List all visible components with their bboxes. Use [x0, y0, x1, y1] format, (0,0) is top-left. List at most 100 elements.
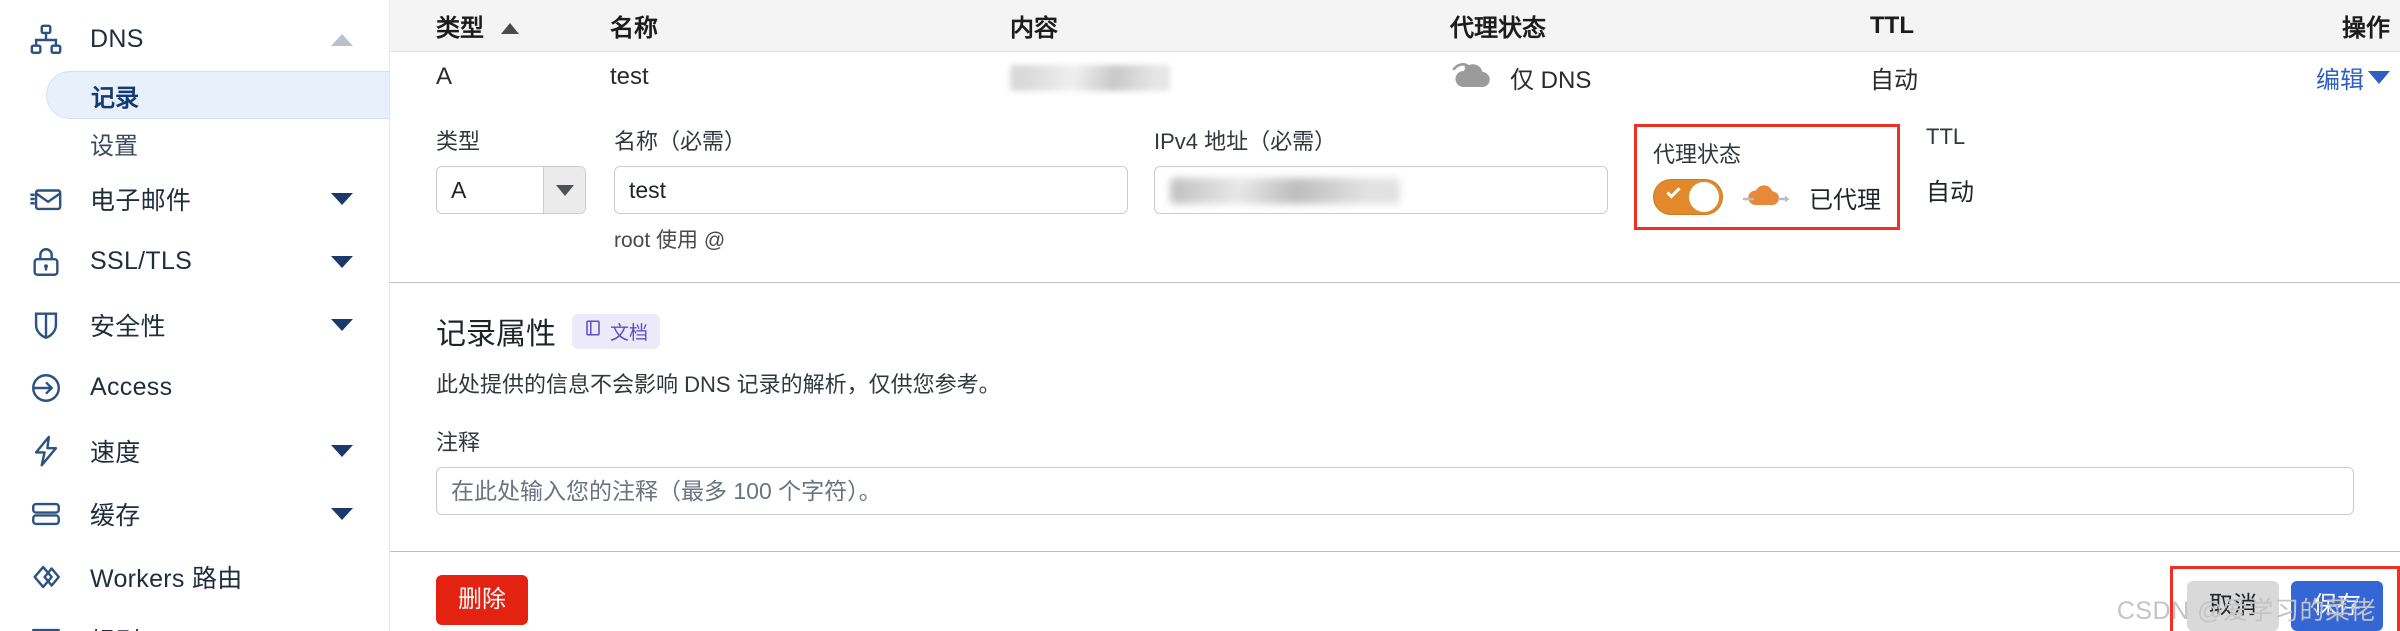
column-header-proxy-status[interactable]: 代理状态 [1450, 8, 1870, 43]
sidebar-item-security[interactable]: 安全性 [0, 293, 389, 356]
record-name-input[interactable] [614, 166, 1128, 214]
field-label: IPv4 地址（必需） [1154, 129, 1337, 154]
column-header-label: 类型 [436, 15, 484, 42]
sidebar-item-label: 缓存 [90, 501, 141, 530]
ttl-value: 自动 [1926, 179, 1974, 206]
dns-records-page: DNS 记录 设置 电子邮件 SSL/TLS 安全性 Access 速度 缓存 … [0, 0, 2400, 631]
form-actions-highlight: 取消 保存 [2170, 566, 2400, 631]
sidebar-item-label: SSL/TLS [90, 247, 193, 275]
sidebar-subitem-label: 设置 [90, 132, 138, 160]
chevron-down-icon[interactable] [331, 192, 353, 205]
toggle-knob [1689, 182, 1719, 212]
field-label: 类型 [436, 129, 481, 154]
cell-proxy-status: 仅 DNS [1450, 59, 1870, 96]
chevron-down-icon[interactable] [331, 444, 353, 457]
sidebar-item-workers-routes[interactable]: Workers 路由 [0, 545, 389, 608]
proxy-status-highlight: 代理状态 已代理 [1634, 124, 1900, 230]
chevron-down-icon[interactable] [543, 167, 585, 213]
field-proxy-status: 代理状态 已代理 [1634, 124, 1926, 230]
book-icon [584, 319, 602, 343]
cloud-orange-icon [1741, 181, 1791, 214]
sidebar-item-dns[interactable]: DNS [0, 8, 389, 71]
field-label: 代理状态 [1653, 142, 1742, 167]
chevron-down-icon[interactable] [331, 318, 353, 331]
section-title: 记录属性 [436, 318, 556, 351]
field-ttl: TTL 自动 [1926, 124, 2226, 207]
database-icon [26, 494, 66, 534]
sidebar-item-ssl-tls[interactable]: SSL/TLS [0, 230, 389, 293]
ipv4-address-input[interactable] [1154, 166, 1608, 214]
field-name: 名称（必需） root 使用 @ [614, 124, 1154, 254]
documentation-label: 文档 [610, 322, 649, 344]
chevron-down-icon[interactable] [331, 255, 353, 268]
record-type-value: A [451, 176, 467, 203]
main-content: 类型 名称 内容 代理状态 TTL 操作 A test 仅 DNS 自动 编辑 … [390, 0, 2400, 631]
sidebar-item-label: Access [90, 373, 173, 401]
sidebar: DNS 记录 设置 电子邮件 SSL/TLS 安全性 Access 速度 缓存 … [0, 0, 390, 631]
field-label: 注释 [436, 430, 481, 455]
sidebar-item-email[interactable]: 电子邮件 [0, 167, 389, 230]
field-type: 类型 A [436, 124, 614, 214]
chevron-up-icon[interactable] [331, 33, 353, 46]
sidebar-item-label: DNS [90, 25, 144, 53]
field-label: TTL [1926, 124, 1966, 149]
documentation-link[interactable]: 文档 [572, 313, 661, 349]
form-field-row: 类型 A 名称（必需） root 使用 @ IPv4 地址（必需） [390, 102, 2400, 254]
proxy-toggle[interactable] [1653, 179, 1723, 215]
sidebar-item-cache[interactable]: 缓存 [0, 482, 389, 545]
chevron-down-icon[interactable] [331, 507, 353, 520]
edit-label: 编辑 [2316, 66, 2364, 94]
table-row[interactable]: A test 仅 DNS 自动 编辑 [390, 52, 2400, 102]
column-header-actions[interactable]: 操作 [2200, 8, 2400, 43]
form-footer: 删除 取消 保存 [390, 552, 2400, 631]
cancel-button[interactable]: 取消 [2187, 581, 2279, 631]
chevron-down-icon[interactable] [2368, 70, 2390, 84]
sidebar-item-rules[interactable]: 规则 [0, 608, 389, 631]
funnel-icon [26, 620, 66, 631]
proxy-status-label: 仅 DNS [1510, 66, 1592, 94]
column-header-content[interactable]: 内容 [1010, 8, 1450, 43]
record-edit-form: 类型 A 名称（必需） root 使用 @ IPv4 地址（必需） [390, 102, 2400, 631]
field-help-text: root 使用 @ [614, 229, 726, 252]
envelope-icon [26, 179, 66, 219]
comment-input[interactable] [436, 467, 2354, 515]
code-brackets-icon [26, 557, 66, 597]
sidebar-item-label: 速度 [90, 438, 141, 467]
section-description: 此处提供的信息不会影响 DNS 记录的解析，仅供您参考。 [436, 372, 1001, 397]
cell-name: test [610, 63, 649, 90]
cloud-grey-icon [1450, 59, 1494, 96]
bolt-icon [26, 431, 66, 471]
field-label: 名称（必需） [614, 129, 747, 154]
delete-button[interactable]: 删除 [436, 575, 528, 625]
column-header-ttl[interactable]: TTL [1870, 12, 2200, 40]
access-arrow-icon [26, 368, 66, 408]
sidebar-item-records[interactable]: 记录 [46, 71, 389, 119]
sort-ascending-icon[interactable] [500, 23, 519, 34]
sitemap-icon [26, 20, 66, 60]
sidebar-group-dns: DNS 记录 设置 [0, 8, 389, 167]
save-button[interactable]: 保存 [2291, 581, 2383, 631]
redacted-content [1010, 64, 1170, 91]
sidebar-item-settings[interactable]: 设置 [0, 119, 389, 167]
sidebar-item-label: 规则 [90, 622, 141, 631]
column-header-name[interactable]: 名称 [610, 8, 1010, 43]
sidebar-item-label: Workers 路由 [90, 564, 243, 593]
record-type-select[interactable]: A [436, 166, 586, 214]
sidebar-item-speed[interactable]: 速度 [0, 419, 389, 482]
sidebar-item-label: 安全性 [90, 312, 166, 341]
sidebar-item-access[interactable]: Access [0, 356, 389, 419]
field-ipv4-address: IPv4 地址（必需） [1154, 124, 1634, 214]
records-table-header: 类型 名称 内容 代理状态 TTL 操作 [390, 0, 2400, 52]
cell-type: A [436, 63, 453, 90]
proxy-state-label: 已代理 [1809, 186, 1881, 214]
lock-icon [26, 242, 66, 282]
column-header-type[interactable]: 类型 [390, 8, 610, 43]
edit-record-button[interactable]: 编辑 [2316, 60, 2390, 95]
cell-ttl: 自动 [1870, 66, 1918, 94]
shield-icon [26, 305, 66, 345]
cell-content [1010, 63, 1450, 91]
field-comment: 注释 [390, 399, 2400, 515]
check-icon [1666, 184, 1681, 199]
record-attributes-section: 记录属性 文档 此处提供的信息不会影响 DNS 记录的解析，仅供您参考。 [390, 283, 2400, 399]
sidebar-item-label: 电子邮件 [90, 186, 192, 215]
